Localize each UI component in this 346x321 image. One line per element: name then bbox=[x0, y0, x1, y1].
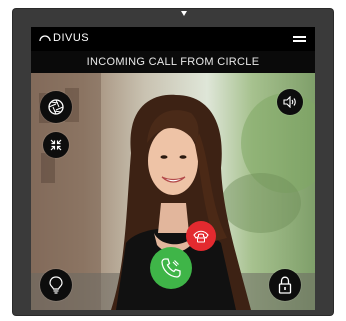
collapse-arrows-icon bbox=[50, 139, 62, 151]
divus-logo: DIVUS bbox=[39, 32, 89, 44]
padlock-icon bbox=[278, 276, 292, 294]
light-bulb-icon bbox=[49, 276, 63, 294]
light-button[interactable] bbox=[40, 269, 72, 301]
phone-hangup-icon bbox=[193, 230, 209, 243]
hangup-button[interactable] bbox=[186, 221, 216, 251]
collapse-view-button[interactable] bbox=[43, 132, 69, 158]
logo-arc-icon bbox=[39, 35, 51, 42]
answer-call-button[interactable] bbox=[150, 247, 192, 289]
incoming-call-banner: INCOMING CALL FROM CIRCLE bbox=[31, 51, 315, 73]
phone-answer-icon bbox=[161, 258, 181, 278]
camera-shutter-button[interactable] bbox=[40, 91, 72, 123]
speaker-button[interactable] bbox=[277, 89, 303, 115]
top-notch-indicator bbox=[181, 11, 187, 16]
camera-shutter-icon bbox=[48, 99, 64, 115]
brand-name: DIVUS bbox=[53, 32, 90, 44]
intercom-screen: DIVUS INCOMING CALL FROM CIRCLE bbox=[31, 27, 315, 310]
call-status-text: INCOMING CALL FROM CIRCLE bbox=[86, 56, 260, 68]
speaker-volume-icon bbox=[283, 96, 296, 108]
hamburger-menu-icon[interactable] bbox=[293, 34, 306, 43]
door-unlock-button[interactable] bbox=[269, 269, 301, 301]
video-feed bbox=[31, 73, 315, 310]
top-bar: DIVUS bbox=[31, 27, 315, 51]
